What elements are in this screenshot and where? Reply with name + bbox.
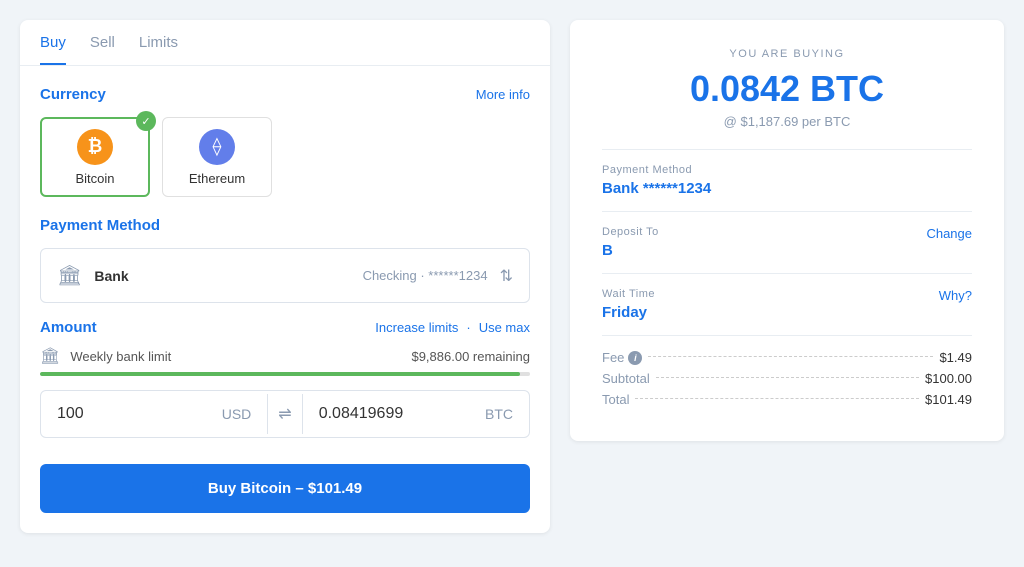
- currency-title: Currency: [40, 86, 106, 103]
- ethereum-card[interactable]: ⟠ Ethereum: [162, 117, 272, 197]
- limit-row: 🏛 Weekly bank limit $9,886.00 remaining: [40, 346, 530, 366]
- receipt-payment-method: Payment Method Bank ******1234: [602, 164, 972, 197]
- receipt-deposit-label: Deposit To: [602, 226, 659, 238]
- payment-detail: Checking · ******1234: [363, 268, 488, 283]
- subtotal-value: $100.00: [925, 371, 972, 386]
- tab-sell[interactable]: Sell: [90, 20, 115, 65]
- receipt-payment-label: Payment Method: [602, 164, 972, 176]
- panel-body: Currency More info ✓ ₿ Bitcoin ⟠ Ethereu…: [20, 66, 550, 464]
- receipt-wait-value: Friday: [602, 304, 655, 321]
- more-info-link[interactable]: More info: [476, 87, 530, 102]
- usd-value[interactable]: 100: [57, 405, 212, 423]
- progress-bar: [40, 372, 530, 376]
- amount-inputs: 100 USD ⇌ 0.08419699 BTC: [40, 390, 530, 438]
- payment-method-selector[interactable]: 🏛 Bank Checking · ******1234 ⇅: [40, 248, 530, 303]
- buy-sell-panel: Buy Sell Limits Currency More info ✓ ₿ B…: [20, 20, 550, 533]
- currency-cards: ✓ ₿ Bitcoin ⟠ Ethereum: [40, 117, 530, 197]
- btc-currency-label: BTC: [485, 406, 513, 422]
- subtotal-row: Subtotal $100.00: [602, 371, 972, 386]
- fee-value: $1.49: [939, 350, 972, 365]
- limit-icon: 🏛: [40, 346, 60, 366]
- divider-1: [602, 149, 972, 150]
- limit-remaining: $9,886.00 remaining: [411, 349, 530, 364]
- usd-input-group: 100 USD: [41, 391, 267, 437]
- receipt-wait-time: Wait Time Friday Why?: [602, 288, 972, 321]
- bitcoin-card[interactable]: ✓ ₿ Bitcoin: [40, 117, 150, 197]
- fee-dots: [648, 356, 933, 357]
- amount-links: Increase limits · Use max: [375, 320, 530, 335]
- ethereum-label: Ethereum: [189, 171, 245, 186]
- subtotal-dots: [656, 377, 919, 378]
- tab-buy[interactable]: Buy: [40, 20, 66, 65]
- total-label: Total: [602, 392, 629, 407]
- currency-section-header: Currency More info: [40, 86, 530, 103]
- payment-section: Payment Method 🏛 Bank Checking · ******1…: [40, 217, 530, 303]
- tab-limits[interactable]: Limits: [139, 20, 178, 65]
- limit-label: Weekly bank limit: [70, 349, 401, 364]
- receipt-panel: YOU ARE BUYING 0.0842 BTC @ $1,187.69 pe…: [570, 20, 1004, 441]
- payment-left: 🏛 Bank: [57, 263, 129, 288]
- swap-icon[interactable]: ⇌: [268, 404, 301, 424]
- btc-input-group: 0.08419699 BTC: [303, 391, 529, 437]
- bitcoin-label: Bitcoin: [75, 171, 114, 186]
- dot-separator: ·: [466, 320, 470, 335]
- divider-3: [602, 273, 972, 274]
- amount-section: Amount Increase limits · Use max 🏛 Weekl…: [40, 319, 530, 438]
- ethereum-icon: ⟠: [199, 129, 235, 165]
- fee-label-wrap: Fee i: [602, 350, 642, 365]
- why-link[interactable]: Why?: [939, 288, 972, 303]
- amount-header: Amount Increase limits · Use max: [40, 319, 530, 336]
- wait-time-group: Wait Time Friday: [602, 288, 655, 321]
- btc-value[interactable]: 0.08419699: [319, 405, 475, 423]
- change-link[interactable]: Change: [926, 226, 972, 241]
- you-are-buying-label: YOU ARE BUYING: [602, 48, 972, 60]
- chevron-updown-icon: ⇅: [500, 266, 513, 286]
- fee-label: Fee: [602, 350, 624, 365]
- receipt-deposit-to: Deposit To B Change: [602, 226, 972, 259]
- divider-4: [602, 335, 972, 336]
- usd-currency-label: USD: [222, 406, 252, 422]
- increase-limits-link[interactable]: Increase limits: [375, 320, 458, 335]
- receipt-deposit-value: B: [602, 242, 659, 259]
- bank-icon: 🏛: [57, 263, 82, 288]
- deposit-to-group: Deposit To B: [602, 226, 659, 259]
- divider-2: [602, 211, 972, 212]
- subtotal-label: Subtotal: [602, 371, 650, 386]
- receipt-btc-amount: 0.0842 BTC: [602, 68, 972, 110]
- fee-info-icon[interactable]: i: [628, 351, 642, 365]
- amount-title: Amount: [40, 319, 97, 336]
- use-max-link[interactable]: Use max: [479, 320, 530, 335]
- bitcoin-icon: ₿: [77, 129, 113, 165]
- payment-title: Payment Method: [40, 217, 160, 234]
- progress-fill: [40, 372, 520, 376]
- total-value: $101.49: [925, 392, 972, 407]
- total-row: Total $101.49: [602, 392, 972, 407]
- fee-row: Fee i $1.49: [602, 350, 972, 365]
- tab-bar: Buy Sell Limits: [20, 20, 550, 66]
- app-container: Buy Sell Limits Currency More info ✓ ₿ B…: [0, 0, 1024, 567]
- receipt-wait-label: Wait Time: [602, 288, 655, 300]
- buy-button[interactable]: Buy Bitcoin – $101.49: [40, 464, 530, 513]
- payment-section-header: Payment Method: [40, 217, 530, 234]
- total-dots: [635, 398, 919, 399]
- payment-right: Checking · ******1234 ⇅: [363, 266, 513, 286]
- payment-method-label: Bank: [94, 268, 128, 284]
- receipt-payment-value: Bank ******1234: [602, 180, 972, 197]
- receipt-rate: @ $1,187.69 per BTC: [602, 114, 972, 129]
- selected-check-icon: ✓: [136, 111, 156, 131]
